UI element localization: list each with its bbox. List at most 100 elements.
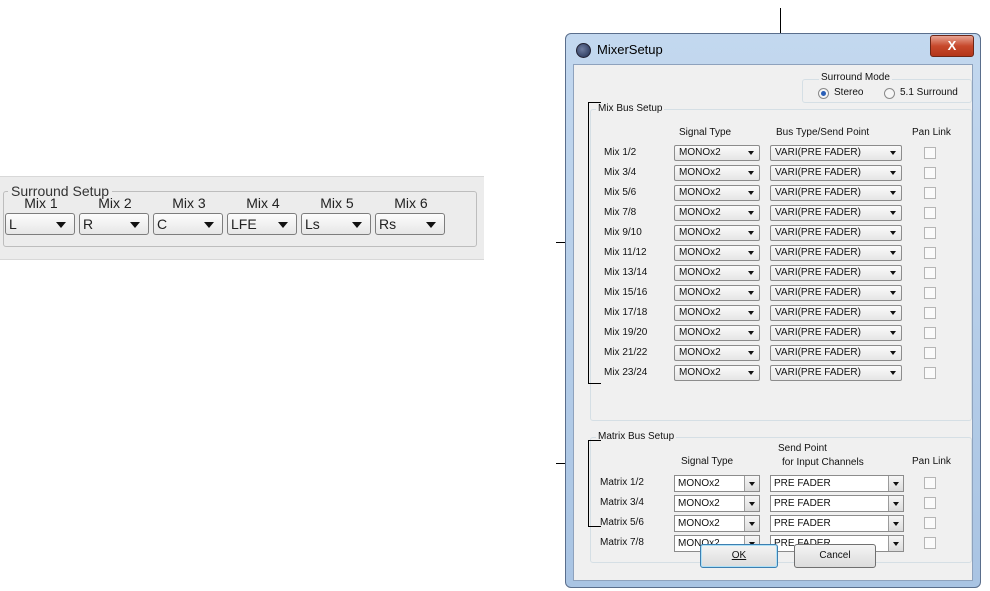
- chevron-down-icon[interactable]: [744, 476, 759, 491]
- mix-pan-link-checkbox[interactable]: [924, 367, 936, 379]
- mix-label: Mix 3: [172, 195, 206, 211]
- matrix-pan-link-checkbox[interactable]: [924, 517, 936, 529]
- matrix-send-point-dropdown[interactable]: PRE FADER: [770, 475, 904, 492]
- chevron-down-icon: [748, 251, 754, 255]
- chevron-down-icon: [748, 211, 754, 215]
- mix-pan-link-checkbox[interactable]: [924, 287, 936, 299]
- mix-bus-row-label: Mix 7/8: [604, 207, 637, 218]
- mix-3-dropdown[interactable]: C: [153, 213, 223, 235]
- mix-signal-type-dropdown[interactable]: MONOx2: [674, 285, 760, 301]
- bus-type-value: VARI(PRE FADER): [775, 247, 861, 258]
- mix-dropdown-value: C: [157, 216, 168, 232]
- matrix-pan-link-checkbox[interactable]: [924, 537, 936, 549]
- mix-bus-row-label: Mix 11/12: [604, 247, 647, 258]
- chevron-down-icon: [890, 251, 896, 255]
- mix-pan-link-checkbox[interactable]: [924, 207, 936, 219]
- matrix-signal-type-dropdown[interactable]: MONOx2: [674, 515, 760, 532]
- mix-bus-type-dropdown[interactable]: VARI(PRE FADER): [770, 225, 902, 241]
- chevron-down-icon: [56, 222, 66, 228]
- mix-bus-row-label: Mix 13/14: [604, 267, 648, 278]
- matrix-send-point-dropdown[interactable]: PRE FADER: [770, 495, 904, 512]
- cancel-button[interactable]: Cancel: [794, 544, 876, 568]
- stereo-radio[interactable]: [818, 88, 829, 99]
- bus-type-value: VARI(PRE FADER): [775, 207, 861, 218]
- mix-bus-type-dropdown[interactable]: VARI(PRE FADER): [770, 185, 902, 201]
- mix-bus-type-dropdown[interactable]: VARI(PRE FADER): [770, 245, 902, 261]
- mix-signal-type-dropdown[interactable]: MONOx2: [674, 245, 760, 261]
- mix-pan-link-checkbox[interactable]: [924, 247, 936, 259]
- matrix-pan-link-checkbox[interactable]: [924, 477, 936, 489]
- mix-5-dropdown[interactable]: Ls: [301, 213, 371, 235]
- mix-signal-type-dropdown[interactable]: MONOx2: [674, 305, 760, 321]
- matrix-bus-row-label: Matrix 7/8: [600, 537, 644, 548]
- matrix-send-point-dropdown[interactable]: PRE FADER: [770, 515, 904, 532]
- dialog-titlebar[interactable]: MixerSetup X: [566, 34, 980, 64]
- mix-pan-link-checkbox[interactable]: [924, 147, 936, 159]
- surround-mode-legend: Surround Mode: [819, 72, 892, 83]
- mix-bus-type-dropdown[interactable]: VARI(PRE FADER): [770, 205, 902, 221]
- stereo-label[interactable]: Stereo: [834, 87, 863, 98]
- matrix-signal-type-dropdown[interactable]: MONOx2: [674, 475, 760, 492]
- bus-type-value: VARI(PRE FADER): [775, 367, 861, 378]
- mix-bus-type-dropdown[interactable]: VARI(PRE FADER): [770, 305, 902, 321]
- mix-bus-type-dropdown[interactable]: VARI(PRE FADER): [770, 145, 902, 161]
- mix-pan-link-checkbox[interactable]: [924, 167, 936, 179]
- mix-bus-type-dropdown[interactable]: VARI(PRE FADER): [770, 165, 902, 181]
- mix-signal-type-dropdown[interactable]: MONOx2: [674, 365, 760, 381]
- chevron-down-icon: [426, 222, 436, 228]
- matrix-bus-bracket: [588, 440, 601, 527]
- mix-bus-type-dropdown[interactable]: VARI(PRE FADER): [770, 265, 902, 281]
- matrix-signal-type-dropdown[interactable]: MONOx2: [674, 495, 760, 512]
- ok-label: OK: [731, 550, 747, 561]
- surround-51-radio[interactable]: [884, 88, 895, 99]
- mix-pan-link-checkbox[interactable]: [924, 187, 936, 199]
- chevron-down-icon: [748, 191, 754, 195]
- chevron-down-icon[interactable]: [744, 516, 759, 531]
- mix-signal-type-dropdown[interactable]: MONOx2: [674, 345, 760, 361]
- mix-pan-link-checkbox[interactable]: [924, 227, 936, 239]
- mix-signal-type-dropdown[interactable]: MONOx2: [674, 205, 760, 221]
- close-button[interactable]: X: [930, 35, 974, 57]
- mix-pan-link-checkbox[interactable]: [924, 327, 936, 339]
- mix-6-dropdown[interactable]: Rs: [375, 213, 445, 235]
- bus-type-value: VARI(PRE FADER): [775, 307, 861, 318]
- chevron-down-icon[interactable]: [888, 476, 903, 491]
- surround-51-label[interactable]: 5.1 Surround: [900, 87, 958, 98]
- mix-label: Mix 6: [394, 195, 428, 211]
- mix-pan-link-checkbox[interactable]: [924, 267, 936, 279]
- mix-bus-row-label: Mix 15/16: [604, 287, 648, 298]
- matrix-pan-link-checkbox[interactable]: [924, 497, 936, 509]
- signal-type-value: MONOx2: [679, 267, 721, 278]
- mix-bus-type-dropdown[interactable]: VARI(PRE FADER): [770, 285, 902, 301]
- mix-signal-type-dropdown[interactable]: MONOx2: [674, 325, 760, 341]
- ok-button[interactable]: OK: [700, 544, 778, 568]
- mix-bus-type-dropdown[interactable]: VARI(PRE FADER): [770, 325, 902, 341]
- mix-2-dropdown[interactable]: R: [79, 213, 149, 235]
- mix-label: Mix 1: [24, 195, 58, 211]
- chevron-down-icon: [890, 351, 896, 355]
- chevron-down-icon[interactable]: [888, 496, 903, 511]
- mix-1-dropdown[interactable]: L: [5, 213, 75, 235]
- mix-bus-type-dropdown[interactable]: VARI(PRE FADER): [770, 365, 902, 381]
- mix-signal-type-dropdown[interactable]: MONOx2: [674, 265, 760, 281]
- mix-pan-link-checkbox[interactable]: [924, 347, 936, 359]
- chevron-down-icon[interactable]: [888, 536, 903, 551]
- chevron-down-icon[interactable]: [888, 516, 903, 531]
- mix-signal-type-dropdown[interactable]: MONOx2: [674, 185, 760, 201]
- chevron-down-icon: [890, 291, 896, 295]
- mix-dropdown-value: L: [9, 216, 17, 232]
- chevron-down-icon[interactable]: [744, 496, 759, 511]
- mix-col-signal: Signal Type: [679, 127, 732, 138]
- mix-signal-type-dropdown[interactable]: MONOx2: [674, 145, 760, 161]
- mix-label: Mix 5: [320, 195, 354, 211]
- matrix-bus-row-label: Matrix 3/4: [600, 497, 644, 508]
- signal-type-value: MONOx2: [679, 167, 721, 178]
- signal-type-value: MONOx2: [679, 247, 721, 258]
- mix-pan-link-checkbox[interactable]: [924, 307, 936, 319]
- chevron-down-icon: [352, 222, 362, 228]
- mix-signal-type-dropdown[interactable]: MONOx2: [674, 165, 760, 181]
- mix-bus-type-dropdown[interactable]: VARI(PRE FADER): [770, 345, 902, 361]
- mix-4-dropdown[interactable]: LFE: [227, 213, 297, 235]
- mix-signal-type-dropdown[interactable]: MONOx2: [674, 225, 760, 241]
- chevron-down-icon: [890, 271, 896, 275]
